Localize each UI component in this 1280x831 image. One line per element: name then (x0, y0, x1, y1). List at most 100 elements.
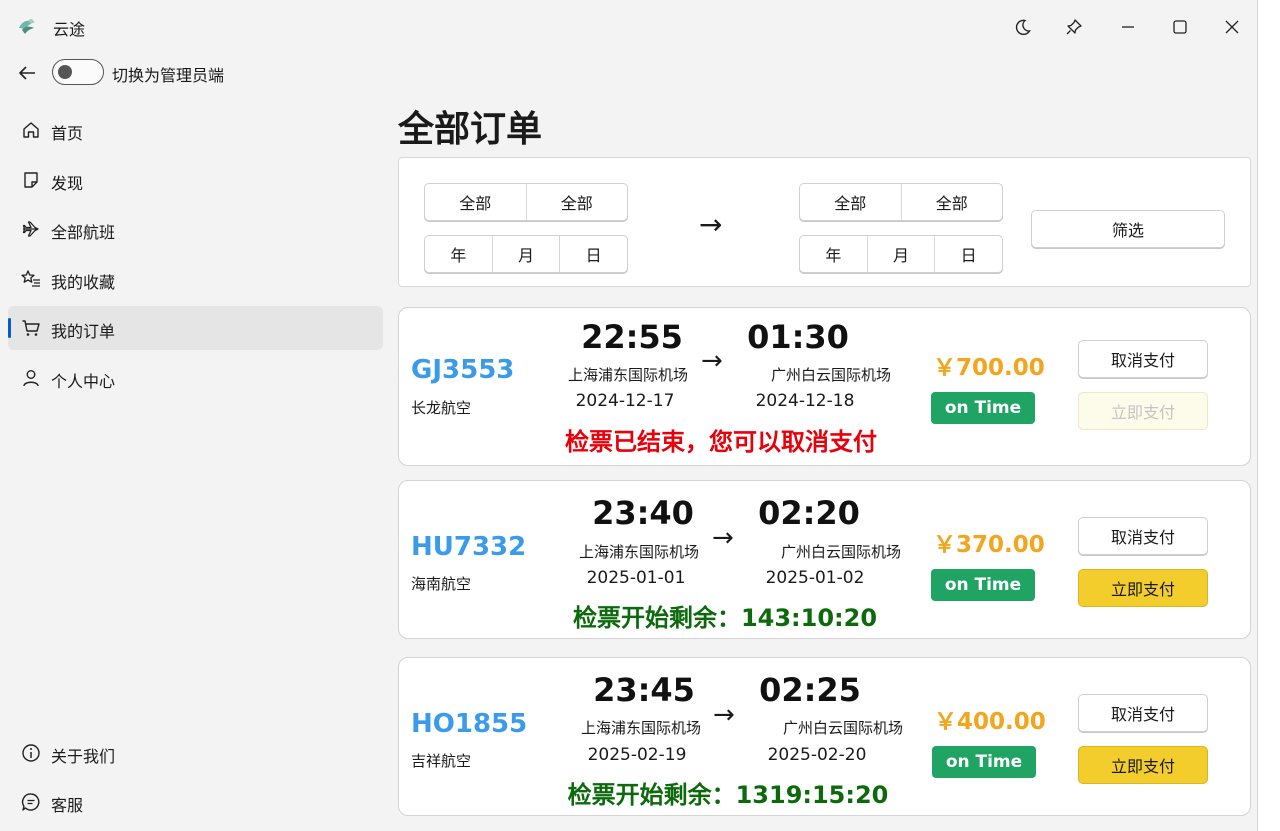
to-place-b-select[interactable]: 全部 (902, 184, 1003, 220)
minimize-button[interactable] (1111, 10, 1145, 44)
sidebar-item-discover[interactable]: 发现 (8, 158, 383, 202)
price: ￥370.00 (933, 532, 1045, 558)
pay-now-button[interactable]: 立即支付 (1078, 569, 1208, 607)
to-place-a-select[interactable]: 全部 (800, 184, 902, 220)
departure-time: 23:40 (592, 494, 694, 532)
cancel-payment-button[interactable]: 取消支付 (1078, 517, 1208, 555)
arrival-time: 02:25 (759, 671, 861, 709)
sticky-note-icon (24, 172, 38, 188)
to-month-select[interactable]: 月 (868, 236, 936, 272)
status-badge: on Time (931, 392, 1035, 424)
admin-toggle-label: 切换为管理员端 (112, 66, 225, 85)
app-title: 云途 (53, 20, 86, 39)
sidebar-item-label: 个人中心 (51, 372, 116, 391)
sidebar-item-favorites[interactable]: 我的收藏 (8, 257, 383, 301)
sidebar-item-support[interactable]: 客服 (8, 780, 383, 824)
flight-number: GJ3553 (411, 355, 515, 385)
from-place-b-select[interactable]: 全部 (527, 184, 628, 220)
title-bar: 云途 (0, 0, 1257, 52)
home-icon (23, 122, 39, 138)
chat-icon (21, 793, 40, 811)
departure-airport: 上海浦东国际机场 (567, 366, 688, 384)
sidebar-item-label: 我的订单 (51, 322, 116, 341)
arrow-left-icon (19, 66, 35, 80)
filter-arrow: → (699, 208, 723, 241)
sidebar-item-label: 关于我们 (51, 747, 116, 766)
sidebar-item-label: 首页 (51, 124, 84, 143)
departure-date: 2024-12-17 (575, 391, 675, 411)
sidebar-item-all-flights[interactable]: 全部航班 (8, 207, 383, 251)
airline-name: 海南航空 (411, 575, 472, 593)
arrival-time: 02:20 (758, 494, 860, 532)
cancel-payment-button[interactable]: 取消支付 (1078, 340, 1208, 378)
pin-icon (1066, 19, 1082, 35)
departure-time: 22:55 (581, 318, 683, 356)
checkin-countdown: 检票开始剩余：1319:15:20 (567, 781, 889, 809)
cancel-payment-button[interactable]: 取消支付 (1078, 694, 1208, 732)
sidebar-item-home[interactable]: 首页 (8, 108, 383, 152)
from-month-select[interactable]: 月 (493, 236, 561, 272)
close-button[interactable] (1215, 10, 1249, 44)
price: ￥400.00 (934, 709, 1046, 735)
airline-name: 长龙航空 (411, 399, 472, 417)
sidebar-item-label: 我的收藏 (51, 273, 116, 292)
status-badge: on Time (931, 569, 1035, 601)
app-window: 云途 切换为管理员端 首页 发现 全部航班 我的收藏 我的订单 个人中心 关于我… (0, 0, 1258, 831)
toggle-knob (58, 65, 72, 79)
sidebar-item-profile[interactable]: 个人中心 (8, 356, 383, 400)
departure-airport: 上海浦东国际机场 (578, 543, 699, 561)
from-day-select[interactable]: 日 (560, 236, 627, 272)
from-location-picker: 全部 全部 (424, 183, 628, 221)
flight-number: HO1855 (411, 709, 528, 739)
theme-toggle-button[interactable] (1006, 10, 1040, 44)
departure-airport: 上海浦东国际机场 (580, 719, 701, 737)
order-card: HO1855 吉祥航空 23:45 上海浦东国际机场 2025-02-19 → … (398, 657, 1251, 816)
close-icon (1225, 20, 1239, 34)
sidebar-item-label: 全部航班 (51, 223, 116, 242)
admin-toggle-switch[interactable] (52, 59, 104, 85)
price: ￥700.00 (933, 355, 1045, 381)
status-badge: on Time (932, 746, 1036, 778)
maximize-icon (1173, 20, 1187, 34)
maximize-button[interactable] (1163, 10, 1197, 44)
cart-icon (22, 320, 40, 336)
from-year-select[interactable]: 年 (425, 236, 493, 272)
to-year-select[interactable]: 年 (800, 236, 868, 272)
app-logo-icon (19, 19, 35, 34)
to-day-select[interactable]: 日 (935, 236, 1002, 272)
airline-name: 吉祥航空 (411, 752, 472, 770)
to-date-picker: 年 月 日 (799, 235, 1003, 273)
filter-panel: 全部 全部 年 月 日 → 全部 全部 年 月 日 筛选 (398, 157, 1251, 287)
pin-button[interactable] (1057, 10, 1091, 44)
arrival-date: 2025-01-02 (765, 568, 865, 588)
page-title: 全部订单 (398, 109, 543, 150)
moon-icon (1015, 19, 1031, 36)
sidebar-item-about[interactable]: 关于我们 (8, 731, 383, 775)
to-location-picker: 全部 全部 (799, 183, 1003, 221)
arrival-time: 01:30 (747, 318, 849, 356)
arrival-date: 2024-12-18 (755, 391, 855, 411)
order-card: HU7332 海南航空 23:40 上海浦东国际机场 2025-01-01 → … (398, 480, 1251, 639)
sidebar-item-label: 发现 (51, 174, 84, 193)
departure-time: 23:45 (593, 671, 695, 709)
flight-number: HU7332 (411, 532, 527, 562)
departure-date: 2025-01-01 (586, 568, 686, 588)
pay-now-button[interactable]: 立即支付 (1078, 392, 1208, 430)
arrival-airport: 广州白云国际机场 (780, 543, 901, 561)
arrival-date: 2025-02-20 (767, 745, 867, 765)
sidebar-item-label: 客服 (51, 796, 84, 815)
pay-now-button[interactable]: 立即支付 (1078, 746, 1208, 784)
filter-button[interactable]: 筛选 (1031, 210, 1225, 248)
from-place-a-select[interactable]: 全部 (425, 184, 527, 220)
order-card: GJ3553 长龙航空 22:55 上海浦东国际机场 2024-12-17 → … (398, 307, 1251, 466)
checkin-countdown: 检票开始剩余：143:10:20 (572, 604, 878, 632)
back-button[interactable] (12, 58, 42, 88)
arrival-airport: 广州白云国际机场 (782, 719, 903, 737)
sidebar-item-my-orders[interactable]: 我的订单 (8, 306, 383, 350)
info-icon (22, 744, 40, 762)
person-icon (23, 370, 39, 387)
departure-date: 2025-02-19 (587, 745, 687, 765)
minimize-icon (1122, 26, 1134, 28)
star-list-icon (21, 270, 40, 287)
checkin-message: 检票已结束，您可以取消支付 (565, 428, 877, 456)
